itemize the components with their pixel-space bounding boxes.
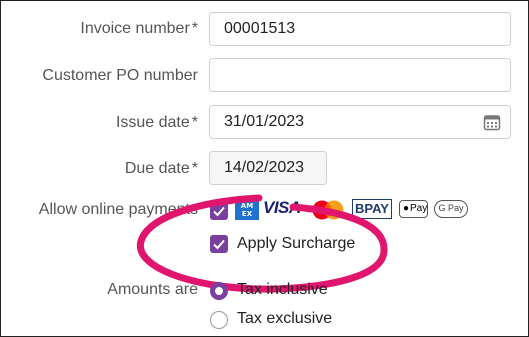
tax-exclusive-radio[interactable]: [210, 311, 228, 329]
tax-inclusive-radio[interactable]: [210, 282, 228, 300]
amounts-label: Amounts are: [107, 281, 198, 298]
tax-inclusive-label[interactable]: Tax inclusive: [237, 281, 328, 299]
tax-exclusive-label[interactable]: Tax exclusive: [237, 310, 332, 328]
invoice-form: Invoice number * 00001513 Customer PO num…: [0, 0, 529, 337]
